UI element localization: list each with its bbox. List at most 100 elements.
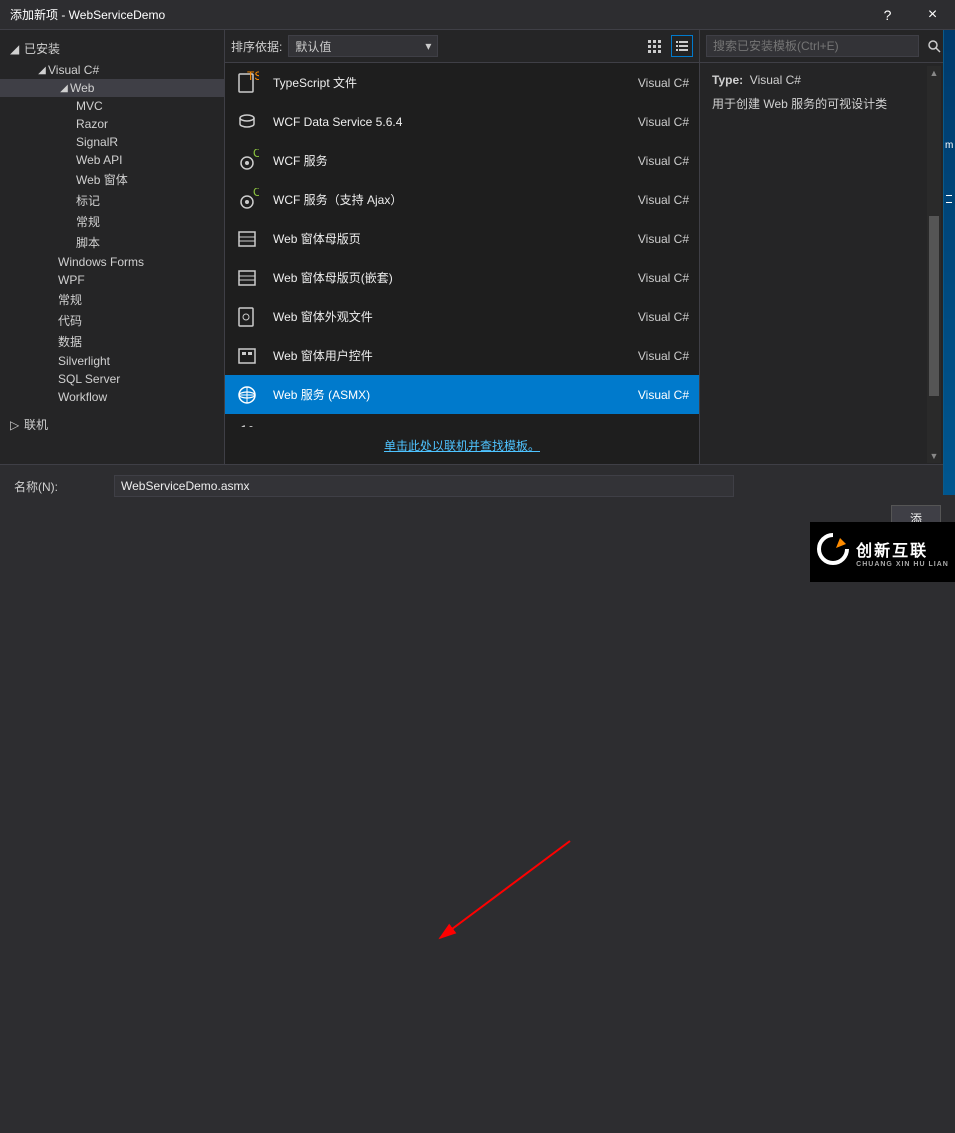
- list-view[interactable]: [671, 35, 693, 57]
- tree-item-label: Web 窗体: [76, 171, 128, 188]
- template-lang: Visual C#: [609, 232, 689, 246]
- tree-item[interactable]: ◢Web: [0, 79, 224, 97]
- type-label: Type:: [712, 73, 743, 87]
- center-pane: 排序依据: 默认值 ▾ TSTypeScript 文件Visual C#WCF …: [225, 30, 700, 464]
- sort-label: 排序依据:: [231, 38, 282, 55]
- main-area: ◢ 已安装 ◢Visual C#◢WebMVCRazorSignalRWeb A…: [0, 30, 955, 465]
- sort-value: 默认值: [295, 38, 331, 55]
- template-row[interactable]: Web 窗体用户控件 Visual C#: [225, 336, 699, 375]
- online-header[interactable]: ▷ 联机: [0, 412, 224, 437]
- logo-en: CHUANG XIN HU LIAN: [856, 561, 949, 568]
- template-list[interactable]: TSTypeScript 文件Visual C#WCF Data Service…: [225, 63, 699, 427]
- online-search-link[interactable]: 单击此处以联机并查找模板。: [384, 439, 540, 453]
- tree-item[interactable]: 数据: [0, 331, 224, 352]
- template-name: TypeScript 文件: [273, 74, 595, 91]
- tree-item-label: MVC: [76, 99, 103, 113]
- tree-item-label: 常规: [58, 291, 82, 308]
- caret-right-icon: ▷: [10, 418, 24, 432]
- template-lang: Visual C#: [609, 115, 689, 129]
- template-lang: Visual C#: [609, 310, 689, 324]
- logo-cn: 创新互联: [856, 537, 949, 561]
- template-icon: C#: [235, 149, 259, 173]
- window-title: 添加新项 - WebServiceDemo: [0, 6, 165, 23]
- template-scrollbar[interactable]: ▲ ▼: [927, 66, 941, 463]
- template-lang: Visual C#: [609, 76, 689, 90]
- tree-item[interactable]: WPF: [0, 271, 224, 289]
- template-name: Web 窗体母版页(嵌套): [273, 269, 595, 286]
- tree-item-label: WPF: [58, 273, 85, 287]
- scroll-down-icon[interactable]: ▼: [927, 449, 941, 463]
- tree-item-label: 标记: [76, 192, 100, 209]
- template-row[interactable]: Web 配置文件Visual C#: [225, 414, 699, 427]
- tree-item[interactable]: SQL Server: [0, 370, 224, 388]
- tree-item[interactable]: Windows Forms: [0, 253, 224, 271]
- template-icon: [235, 344, 259, 368]
- caret-icon: ◢: [58, 83, 70, 94]
- name-input[interactable]: [114, 475, 734, 497]
- template-name: Web 窗体用户控件: [273, 347, 595, 364]
- tree-item-label: SignalR: [76, 135, 118, 149]
- online-label: 联机: [24, 416, 48, 433]
- tree-item-label: Razor: [76, 117, 108, 131]
- template-name: WCF Data Service 5.6.4: [273, 115, 595, 129]
- template-name: WCF 服务（支持 Ajax）: [273, 191, 595, 208]
- tree-item[interactable]: Workflow: [0, 388, 224, 406]
- template-row[interactable]: Web 窗体外观文件 Visual C#: [225, 297, 699, 336]
- svg-text:C#: C#: [253, 188, 259, 199]
- watermark-logo: 创新互联 CHUANG XIN HU LIAN: [810, 522, 955, 582]
- template-row[interactable]: C#WCF 服务（支持 Ajax）Visual C#: [225, 180, 699, 219]
- close-button[interactable]: ×: [910, 0, 955, 30]
- scroll-thumb[interactable]: [929, 216, 939, 396]
- template-row[interactable]: Web 服务 (ASMX)Visual C#: [225, 375, 699, 414]
- template-icon: C#: [235, 188, 259, 212]
- tree-item-label: 代码: [58, 312, 82, 329]
- template-icon: [235, 266, 259, 290]
- tree-item[interactable]: Web API: [0, 151, 224, 169]
- tree-item[interactable]: 代码: [0, 310, 224, 331]
- scroll-up-icon[interactable]: ▲: [927, 66, 941, 80]
- tree-item[interactable]: MVC: [0, 97, 224, 115]
- template-icon: [235, 383, 259, 407]
- template-icon: [235, 110, 259, 134]
- svg-text:C#: C#: [253, 149, 259, 160]
- collapsed-panel[interactable]: m: [943, 30, 955, 495]
- search-icon[interactable]: [923, 35, 945, 57]
- template-row[interactable]: TSTypeScript 文件Visual C#: [225, 63, 699, 102]
- description-text: 用于创建 Web 服务的可视设计类: [712, 95, 943, 112]
- sidebar: ◢ 已安装 ◢Visual C#◢WebMVCRazorSignalRWeb A…: [0, 30, 225, 464]
- tree-item[interactable]: Silverlight: [0, 352, 224, 370]
- template-row[interactable]: WCF Data Service 5.6.4 Visual C#: [225, 102, 699, 141]
- template-row[interactable]: C#WCF 服务Visual C#: [225, 141, 699, 180]
- online-search-link-row: 单击此处以联机并查找模板。: [225, 427, 699, 464]
- tree-item-label: Web API: [76, 153, 122, 167]
- tree-item-label: Workflow: [58, 390, 107, 404]
- template-icon: [235, 227, 259, 251]
- panel-letter: m: [945, 140, 953, 151]
- chevron-down-icon: ▾: [425, 39, 431, 53]
- tree-item[interactable]: Web 窗体: [0, 169, 224, 190]
- search-input[interactable]: [706, 35, 919, 57]
- tree-item[interactable]: 常规: [0, 289, 224, 310]
- tree-item[interactable]: SignalR: [0, 133, 224, 151]
- template-row[interactable]: Web 窗体母版页(嵌套) Visual C#: [225, 258, 699, 297]
- tree-item[interactable]: 常规: [0, 211, 224, 232]
- help-button[interactable]: ?: [865, 0, 910, 30]
- tree-item-label: Web: [70, 81, 94, 95]
- template-name: WCF 服务: [273, 152, 595, 169]
- tree-item[interactable]: 脚本: [0, 232, 224, 253]
- type-value: Visual C#: [750, 73, 801, 87]
- installed-label: 已安装: [24, 40, 60, 57]
- template-lang: Visual C#: [609, 349, 689, 363]
- search-bar: ▾: [700, 30, 955, 63]
- tree-item[interactable]: Razor: [0, 115, 224, 133]
- template-name: Web 窗体外观文件: [273, 308, 595, 325]
- sort-dropdown[interactable]: 默认值 ▾: [288, 35, 438, 57]
- template-row[interactable]: Web 窗体母版页 Visual C#: [225, 219, 699, 258]
- template-name: Web 窗体母版页: [273, 230, 595, 247]
- tree-item[interactable]: ◢Visual C#: [0, 61, 224, 79]
- template-lang: Visual C#: [609, 271, 689, 285]
- installed-header[interactable]: ◢ 已安装: [0, 36, 224, 61]
- tree-item-label: Visual C#: [48, 63, 99, 77]
- tree-item[interactable]: 标记: [0, 190, 224, 211]
- small-icons-view[interactable]: [643, 35, 665, 57]
